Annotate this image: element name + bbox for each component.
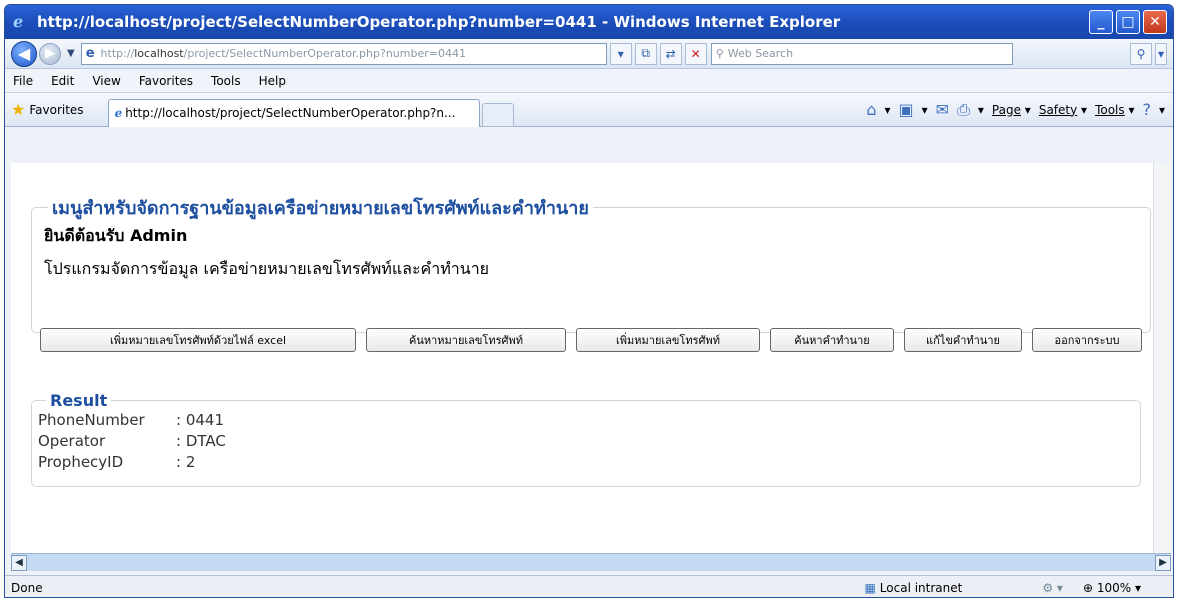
- help-dropdown-icon[interactable]: ▾: [1159, 103, 1165, 117]
- history-dropdown-icon[interactable]: ▼: [67, 48, 75, 59]
- menu-favorites[interactable]: Favorites: [139, 74, 193, 88]
- ie-page-icon: ℯ: [114, 106, 123, 120]
- zoom-icon: ⊕: [1082, 580, 1094, 595]
- result-value: : DTAC: [176, 432, 226, 450]
- search-go-icon[interactable]: ⚲: [1130, 42, 1152, 65]
- star-icon: ★: [11, 100, 26, 119]
- ie-logo-icon: ℯ: [13, 12, 24, 31]
- logout-button[interactable]: ออกจากระบบ: [1032, 328, 1142, 352]
- search-icon: ⚲: [715, 47, 724, 60]
- search-prophecy-button[interactable]: ค้นหาคำทำนาย: [770, 328, 894, 352]
- page-content: เมนูสำหรับจัดการฐานข้อมูลเครือข่ายหมายเล…: [11, 163, 1153, 553]
- vertical-scrollbar[interactable]: [1153, 163, 1171, 553]
- address-input[interactable]: e http://localhost/project/SelectNumberO…: [80, 42, 607, 65]
- back-button[interactable]: ◀: [11, 40, 37, 67]
- scroll-left-icon[interactable]: ◀: [11, 554, 27, 571]
- result-row-operator: Operator : DTAC: [38, 431, 1134, 452]
- zoom-level: 100%: [1096, 580, 1132, 595]
- menu-view[interactable]: View: [92, 74, 120, 88]
- close-button[interactable]: ✕: [1143, 10, 1167, 34]
- mail-icon[interactable]: ✉: [936, 100, 949, 119]
- menu-legend: เมนูสำหรับจัดการฐานข้อมูลเครือข่ายหมายเล…: [52, 198, 589, 219]
- window-title: http://localhost/project/SelectNumberOpe…: [37, 13, 841, 31]
- browser-window: ℯ http://localhost/project/SelectNumberO…: [4, 4, 1174, 598]
- favorites-label: Favorites: [29, 102, 84, 117]
- result-legend: Result: [50, 391, 108, 410]
- maximize-button[interactable]: □: [1116, 10, 1140, 34]
- print-dropdown-icon[interactable]: ▾: [978, 103, 984, 117]
- address-toolbar: ◀ ▶ ▼ e http://localhost/project/SelectN…: [5, 39, 1173, 69]
- compatibility-icon[interactable]: ⧉: [634, 42, 657, 65]
- status-bar: Done ▦ Local intranet ⚙ ▾ ⊕ 100% ▾: [5, 575, 1173, 597]
- result-key: ProphecyID: [38, 453, 124, 471]
- result-row-prophecy: ProphecyID : 2: [38, 452, 1134, 473]
- favorites-button[interactable]: ★ Favorites: [11, 100, 84, 119]
- help-icon[interactable]: ?: [1142, 100, 1151, 119]
- menu-bar: File Edit View Favorites Tools Help: [5, 69, 1173, 93]
- favorites-bar: ★ Favorites ℯ http://localhost/project/S…: [5, 93, 1173, 127]
- add-phone-button[interactable]: เพิ่มหมายเลขโทรศัพท์: [576, 328, 760, 352]
- security-zone: ▦ Local intranet: [864, 581, 1042, 595]
- title-bar: ℯ http://localhost/project/SelectNumberO…: [5, 5, 1173, 39]
- home-icon[interactable]: ⌂: [866, 100, 876, 119]
- search-phone-button[interactable]: ค้นหาหมายเลขโทรศัพท์: [366, 328, 566, 352]
- refresh-icon[interactable]: ⇄: [659, 42, 682, 65]
- program-subtitle: โปรแกรมจัดการข้อมูล เครือข่ายหมายเลขโทรศ…: [44, 259, 490, 278]
- url-host: localhost: [134, 47, 184, 60]
- tab-current[interactable]: ℯ http://localhost/project/SelectNumberO…: [107, 98, 480, 127]
- welcome-text: ยินดีต้อนรับ Admin: [44, 226, 188, 245]
- forward-button[interactable]: ▶: [39, 42, 61, 65]
- search-placeholder: Web Search: [727, 47, 794, 60]
- url-prefix: http://: [100, 47, 135, 60]
- home-dropdown-icon[interactable]: ▾: [884, 103, 890, 117]
- intranet-icon: ▦: [864, 580, 876, 595]
- result-value: : 0441: [176, 411, 224, 429]
- url-path: /project/SelectNumberOperator.php?number…: [183, 47, 466, 60]
- safety-menu[interactable]: Safety ▾: [1039, 103, 1087, 117]
- zone-label: Local intranet: [879, 580, 963, 595]
- result-fieldset: Result PhoneNumber : 0441 Operator : DTA…: [31, 391, 1141, 487]
- menu-help[interactable]: Help: [259, 74, 286, 88]
- menu-fieldset: เมนูสำหรับจัดการฐานข้อมูลเครือข่ายหมายเล…: [31, 193, 1151, 352]
- command-bar: ⌂ ▾ ▣ ▾ ✉ ⎙ ▾ Page ▾ Safety ▾ Tools ▾ ? ▾: [866, 100, 1173, 120]
- status-text: Done: [11, 580, 43, 595]
- page-menu[interactable]: Page ▾: [992, 103, 1031, 117]
- search-options-icon[interactable]: ▾: [1155, 42, 1167, 65]
- menu-tools[interactable]: Tools: [211, 74, 241, 88]
- menu-file[interactable]: File: [13, 74, 33, 88]
- feeds-dropdown-icon[interactable]: ▾: [922, 103, 928, 117]
- search-input[interactable]: ⚲ Web Search: [710, 42, 1013, 65]
- tab-title: http://localhost/project/SelectNumberOpe…: [125, 106, 456, 120]
- stop-icon[interactable]: ✕: [684, 42, 707, 65]
- page-icon: e: [85, 46, 95, 61]
- edit-prophecy-button[interactable]: แก้ไขคำทำนาย: [904, 328, 1022, 352]
- address-dropdown-icon[interactable]: ▾: [609, 42, 632, 65]
- result-value: : 2: [176, 453, 196, 471]
- feeds-icon[interactable]: ▣: [899, 100, 914, 119]
- zoom-control[interactable]: ⊕ 100% ▾: [1082, 580, 1173, 595]
- horizontal-scrollbar[interactable]: ◀ ▶: [11, 553, 1171, 571]
- new-tab-button[interactable]: [481, 102, 514, 127]
- protected-mode-icon[interactable]: ⚙ ▾: [1042, 581, 1063, 595]
- scroll-right-icon[interactable]: ▶: [1155, 554, 1171, 571]
- result-key: PhoneNumber: [38, 411, 145, 429]
- print-icon[interactable]: ⎙: [957, 100, 970, 120]
- result-key: Operator: [38, 432, 106, 450]
- menu-edit[interactable]: Edit: [51, 74, 74, 88]
- minimize-button[interactable]: _: [1089, 10, 1113, 34]
- add-phone-excel-button[interactable]: เพิ่มหมายเลขโทรศัพท์ด้วยไฟล์ excel: [40, 328, 356, 352]
- result-row-phone: PhoneNumber : 0441: [38, 410, 1134, 431]
- action-buttons: เพิ่มหมายเลขโทรศัพท์ด้วยไฟล์ excel ค้นหา…: [40, 328, 1142, 352]
- tools-menu[interactable]: Tools ▾: [1095, 103, 1134, 117]
